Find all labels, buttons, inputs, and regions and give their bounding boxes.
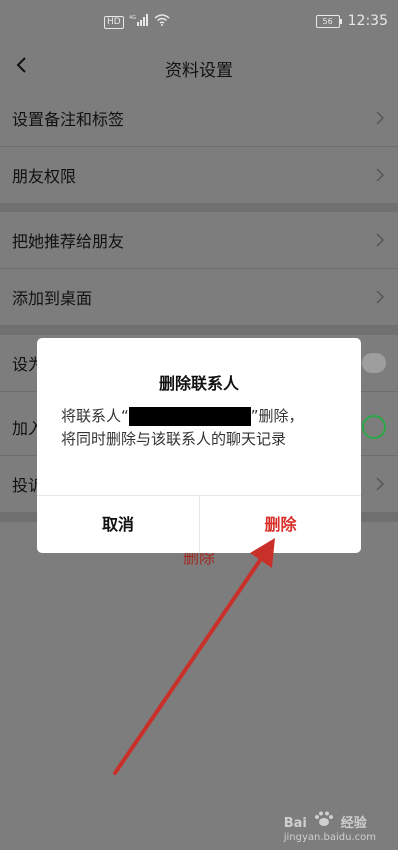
- chevron-right-icon: [376, 111, 384, 125]
- paw-icon: [314, 811, 333, 826]
- nav-bar: 资料设置: [0, 44, 398, 88]
- dialog-message: 将联系人“ ”删除， 将同时删除与该联系人的聊天记录: [61, 405, 343, 451]
- row-friend-permissions[interactable]: 朋友权限: [0, 147, 398, 204]
- cancel-button[interactable]: 取消: [37, 496, 199, 553]
- row-label: 添加到桌面: [12, 289, 93, 308]
- dialog-message-prefix: 将联系人“: [61, 407, 129, 425]
- wifi-icon: [154, 14, 170, 30]
- redacted-contact-name: [128, 407, 251, 426]
- row-recommend[interactable]: 把她推荐给朋友: [0, 212, 398, 269]
- row-set-remark[interactable]: 设置备注和标签: [0, 90, 398, 147]
- delete-contact-dialog: 删除联系人 将联系人“ ”删除， 将同时删除与该联系人的聊天记录 取消 删除: [37, 338, 361, 553]
- toggle-switch-off[interactable]: [362, 353, 386, 373]
- status-right: 56 12:35: [315, 13, 388, 29]
- status-icons: HD 4G: [104, 14, 170, 30]
- watermark-logo: Bai 经验: [284, 811, 376, 832]
- hd-badge: HD: [104, 15, 124, 29]
- dialog-message-line2: 将同时删除与该联系人的聊天记录: [61, 430, 287, 448]
- dialog-message-suffix: ”删除，: [250, 407, 304, 425]
- signal-icon: 4G: [129, 14, 149, 30]
- svg-text:4G: 4G: [129, 15, 136, 21]
- chevron-right-icon: [376, 233, 384, 247]
- baidu-watermark: Bai 经验 jingyan.baidu.com: [284, 811, 376, 843]
- toggle-switch-on[interactable]: [362, 415, 386, 439]
- clock: 12:35: [347, 13, 388, 29]
- section-divider: [0, 203, 398, 212]
- row-label: 设置备注和标签: [12, 110, 125, 129]
- watermark-url: jingyan.baidu.com: [283, 832, 376, 843]
- page-title: 资料设置: [165, 61, 233, 81]
- row-add-to-desktop[interactable]: 添加到桌面: [0, 269, 398, 326]
- confirm-delete-button[interactable]: 删除: [200, 496, 361, 553]
- watermark-suffix: 经验: [340, 816, 367, 831]
- battery-icon: 56: [315, 14, 342, 28]
- row-label: 朋友权限: [12, 167, 77, 186]
- row-label: 把她推荐给朋友: [12, 232, 125, 251]
- chevron-right-icon: [376, 477, 384, 491]
- chevron-right-icon: [376, 168, 384, 182]
- status-bar: HD 4G 56 12:35: [0, 0, 398, 44]
- section-divider: [0, 326, 398, 335]
- dialog-title: 删除联系人: [158, 374, 239, 393]
- chevron-right-icon: [376, 290, 384, 304]
- watermark-brand: Bai: [283, 816, 307, 831]
